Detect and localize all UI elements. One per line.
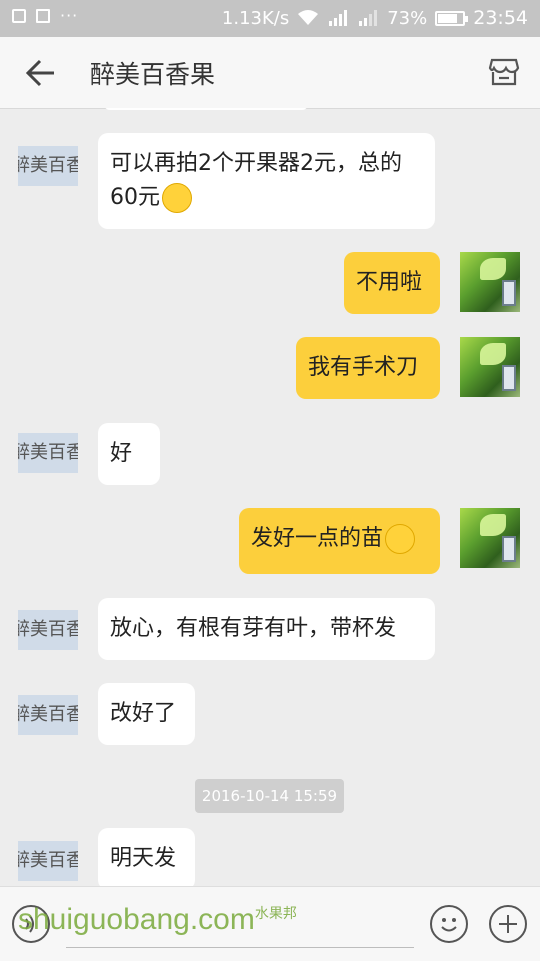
avatar[interactable]: 醉美百香果 [18,610,78,650]
chat-header: 醉美百香果 [0,37,540,109]
signal-4g-icon [329,10,348,26]
avatar[interactable]: 醉美百香果 [18,146,78,186]
message-bubble[interactable]: 明天发 [98,828,195,886]
more-dots-icon: ··· [60,6,79,25]
pleading-face-emoji [385,524,416,554]
store-icon[interactable] [488,56,520,88]
emoji-icon[interactable] [430,905,468,943]
message-bubble[interactable]: 不用啦 [344,252,440,314]
input-underline [66,947,414,948]
thinking-face-emoji [162,183,192,213]
back-arrow-icon[interactable] [26,59,56,87]
message-bubble[interactable]: 好 [98,423,160,485]
message-bubble[interactable]: 发好一点的苗 [239,508,440,574]
message-bubble[interactable]: 可以再拍2个开果器2元，总的60元 [98,133,435,229]
avatar[interactable]: 醉美百香果 [18,433,78,473]
avatar[interactable]: 醉美百香果 [18,841,78,881]
watermark: shuiguobang.com水果邦 [18,903,297,936]
wifi-icon [298,10,319,25]
avatar[interactable] [460,252,520,312]
message-bubble[interactable]: 放心，有根有芽有叶，带杯发 [98,598,435,660]
clock: 23:54 [473,7,528,29]
network-speed: 1.13K/s [221,7,290,29]
page-title: 醉美百香果 [90,60,216,89]
status-bar: ··· 1.13K/s 73% 23:54 [0,0,540,37]
message-bubble[interactable]: 我有手术刀 [296,337,440,399]
battery-percent: 73% [387,7,428,29]
image-icon [12,9,26,23]
battery-icon [435,10,469,26]
previous-bubble-edge [104,108,308,110]
avatar[interactable]: 醉美百香果 [18,695,78,735]
apps-icon [36,9,50,23]
message-timestamp: 2016-10-14 15:59 [195,779,344,813]
signal-2-icon [359,10,378,26]
avatar[interactable] [460,337,520,397]
chat-messages[interactable]: 醉美百香果 可以再拍2个开果器2元，总的60元 不用啦 我有手术刀 醉美百香果 … [0,108,540,886]
avatar[interactable] [460,508,520,568]
plus-icon[interactable] [489,905,527,943]
message-bubble[interactable]: 改好了 [98,683,195,745]
